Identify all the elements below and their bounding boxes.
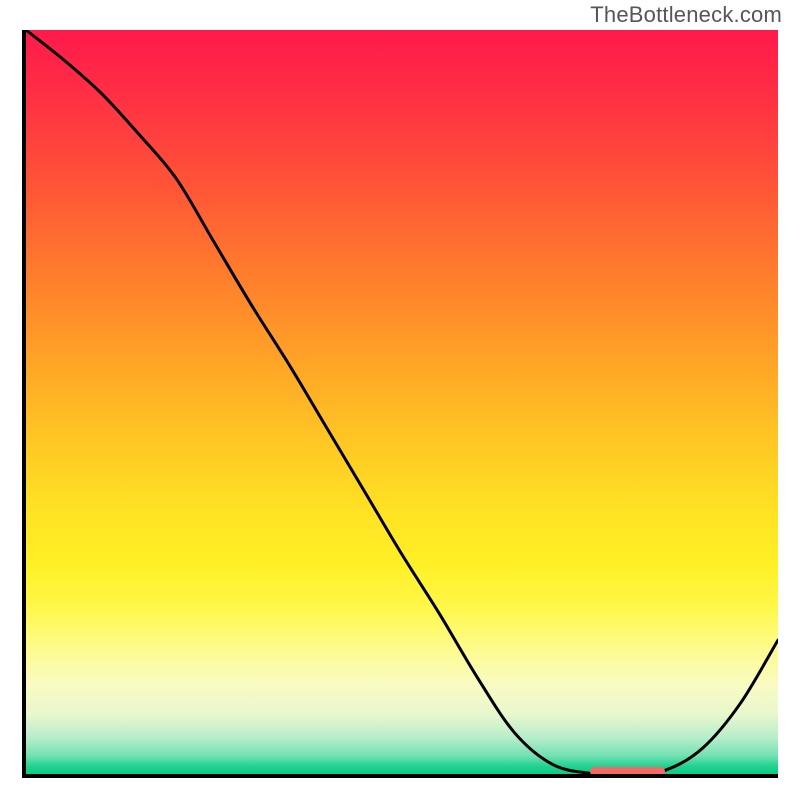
bottleneck-curve bbox=[26, 30, 778, 774]
attribution-text: TheBottleneck.com bbox=[590, 2, 782, 28]
plot-frame bbox=[22, 30, 778, 778]
chart-container: TheBottleneck.com bbox=[0, 0, 800, 800]
curve-layer bbox=[26, 30, 778, 774]
plot-area bbox=[26, 30, 778, 774]
x-axis bbox=[22, 774, 778, 778]
